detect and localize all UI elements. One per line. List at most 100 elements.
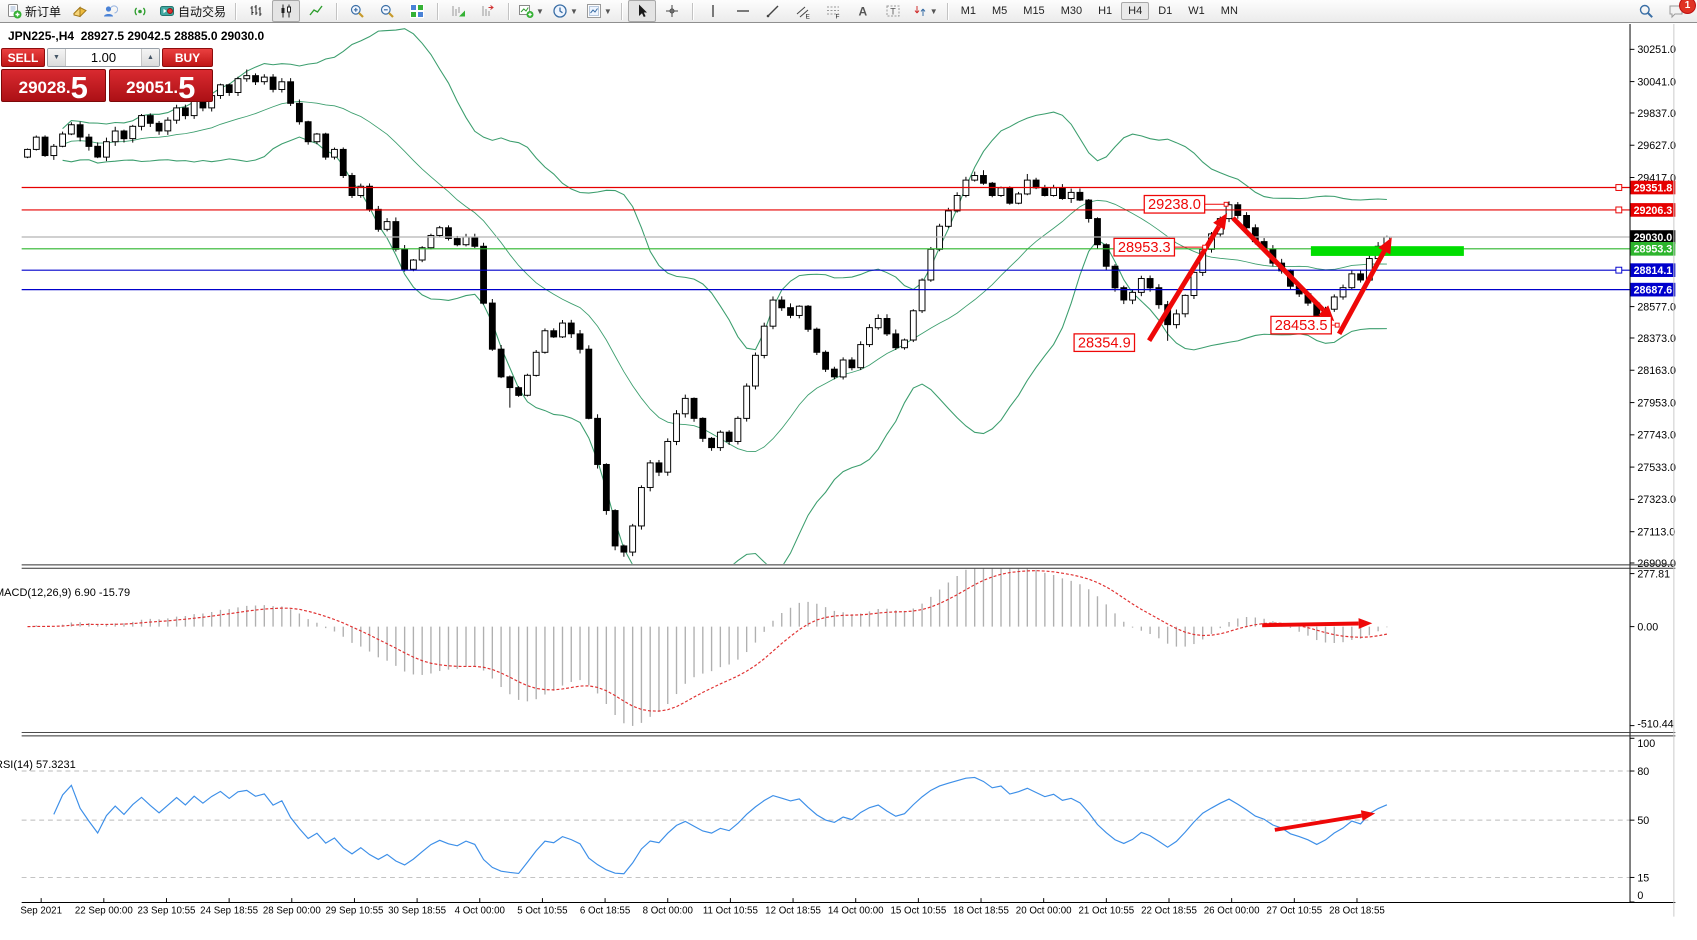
timeframe-button-m5[interactable]: M5 (985, 2, 1014, 20)
chart-window[interactable]: 29238.028953.328354.928453.530251.030041… (0, 24, 1697, 940)
horizontal-line-icon[interactable] (729, 0, 757, 22)
toolbar-separator (692, 3, 693, 20)
svg-text:0: 0 (1637, 890, 1643, 902)
svg-text:28163.0: 28163.0 (1637, 365, 1676, 377)
timeframe-button-h4[interactable]: H4 (1121, 2, 1149, 20)
svg-text:27533.0: 27533.0 (1637, 462, 1676, 474)
price-chart[interactable]: 29238.028953.328354.928453.530251.030041… (0, 24, 1697, 940)
svg-text:28953.3: 28953.3 (1634, 244, 1673, 256)
svg-text:50: 50 (1637, 815, 1649, 827)
chevron-down-icon: ▼ (930, 7, 938, 16)
svg-text:29238.0: 29238.0 (1148, 197, 1201, 213)
buy-price-main: 29051 (126, 79, 173, 100)
community-icon[interactable] (96, 0, 124, 22)
notifications-icon[interactable]: 1 (1662, 0, 1690, 22)
timeframe-button-m1[interactable]: M1 (954, 2, 983, 20)
macd-signal-line (28, 571, 1387, 711)
line-chart-icon[interactable] (302, 0, 330, 22)
svg-text:20 Oct 00:00: 20 Oct 00:00 (1016, 906, 1072, 917)
text-label-icon[interactable]: T (879, 0, 907, 22)
time-axis[interactable]: Sep 202122 Sep 00:0023 Sep 10:5524 Sep 1… (20, 898, 1675, 917)
svg-text:6 Oct 18:55: 6 Oct 18:55 (580, 906, 630, 917)
toolbar-separator (947, 3, 948, 20)
text-icon[interactable]: A (849, 0, 877, 22)
timeframe-button-d1[interactable]: D1 (1151, 2, 1179, 20)
svg-text:27953.0: 27953.0 (1637, 397, 1676, 409)
macd-label: MACD(12,26,9) 6.90 -15.79 (0, 587, 130, 599)
cursor-icon[interactable] (628, 0, 656, 22)
rsi-label: RSI(14) 57.3231 (0, 759, 76, 771)
svg-text:15: 15 (1637, 872, 1649, 884)
toolbar-separator (437, 3, 438, 20)
svg-text:24 Sep 18:55: 24 Sep 18:55 (200, 906, 258, 917)
one-click-trading-panel: SELL ▼ 1.00 ▲ BUY 29028.5 29051.5 (1, 48, 213, 102)
sell-price-frac: 5 (71, 75, 88, 100)
trendline-icon[interactable] (759, 0, 787, 22)
svg-text:28577.0: 28577.0 (1637, 301, 1676, 313)
svg-text:23 Sep 10:55: 23 Sep 10:55 (138, 906, 196, 917)
timeframe-button-w1[interactable]: W1 (1181, 2, 1212, 20)
equidistant-channel-icon[interactable]: E (789, 0, 817, 22)
pane-separator[interactable] (22, 732, 1676, 735)
pane-separator[interactable] (22, 565, 1676, 568)
price-level-line[interactable] (22, 267, 1630, 273)
volume-increase-button[interactable]: ▲ (141, 49, 159, 66)
buy-price-frac: 5 (178, 75, 195, 100)
svg-text:80: 80 (1637, 766, 1649, 778)
svg-text:5 Oct 10:55: 5 Oct 10:55 (517, 906, 567, 917)
zoom-in-icon[interactable] (343, 0, 371, 22)
svg-text:30251.0: 30251.0 (1637, 44, 1676, 56)
price-level-line[interactable] (22, 185, 1630, 191)
svg-text:27743.0: 27743.0 (1637, 430, 1676, 442)
timeframe-button-h1[interactable]: H1 (1091, 2, 1119, 20)
toolbar-separator (235, 3, 236, 20)
toolbar-separator (336, 3, 337, 20)
new-chart-icon[interactable]: ▼ (515, 0, 547, 22)
autotrading-icon[interactable]: 自动交易 (156, 0, 229, 22)
templates-icon[interactable]: ▼ (583, 0, 615, 22)
svg-text:15 Oct 10:55: 15 Oct 10:55 (890, 906, 946, 917)
price-level-line[interactable] (22, 207, 1630, 213)
timeframe-button-m15[interactable]: M15 (1016, 2, 1051, 20)
tile-windows-icon[interactable] (403, 0, 431, 22)
arrows-icon[interactable]: ▼ (909, 0, 941, 22)
svg-text:21 Oct 10:55: 21 Oct 10:55 (1078, 906, 1134, 917)
vertical-line-icon[interactable] (699, 0, 727, 22)
bar-chart-icon[interactable] (242, 0, 270, 22)
new-order-icon[interactable]: 新订单 (3, 0, 64, 22)
crosshair-icon[interactable] (658, 0, 686, 22)
rsi-trend-arrow[interactable] (1275, 810, 1375, 830)
metaeditor-icon[interactable] (66, 0, 94, 22)
svg-text:E: E (805, 14, 810, 20)
svg-text:Sep 2021: Sep 2021 (20, 906, 62, 917)
svg-text:27323.0: 27323.0 (1637, 494, 1676, 506)
volume-decrease-button[interactable]: ▼ (48, 49, 66, 66)
svg-text:28453.5: 28453.5 (1275, 318, 1328, 334)
toolbar: 新订单 自动交易 ▼ ▼ ▼ E FA T ▼ M1M5M15M30H1H4D1W1MN 1 (0, 0, 1697, 23)
sell-button[interactable]: SELL (1, 48, 45, 67)
price-axis[interactable]: 30251.030041.029837.029627.029417.028577… (1630, 24, 1677, 902)
svg-text:T: T (890, 7, 896, 17)
chevron-down-icon: ▼ (570, 7, 578, 16)
timeframe-button-m30[interactable]: M30 (1054, 2, 1089, 20)
buy-button[interactable]: BUY (162, 48, 213, 67)
signals-icon[interactable] (126, 0, 154, 22)
fibonacci-icon[interactable]: F (819, 0, 847, 22)
sell-price-box[interactable]: 29028.5 (1, 69, 106, 102)
svg-text:29 Sep 10:55: 29 Sep 10:55 (325, 906, 383, 917)
macd-histogram (28, 563, 1387, 726)
svg-text:277.81: 277.81 (1637, 568, 1670, 580)
period-clock-icon[interactable]: ▼ (549, 0, 581, 22)
svg-text:29351.8: 29351.8 (1634, 182, 1673, 194)
buy-price-box[interactable]: 29051.5 (109, 69, 214, 102)
svg-text:27113.0: 27113.0 (1637, 527, 1675, 539)
chart-shift-icon[interactable] (474, 0, 502, 22)
search-icon[interactable] (1632, 0, 1660, 22)
timeframe-button-mn[interactable]: MN (1214, 2, 1245, 20)
candlestick-chart-icon[interactable] (272, 0, 300, 22)
zoom-out-icon[interactable] (373, 0, 401, 22)
volume-value[interactable]: 1.00 (66, 49, 141, 66)
svg-text:22 Oct 18:55: 22 Oct 18:55 (1141, 906, 1197, 917)
svg-text:28953.3: 28953.3 (1118, 240, 1171, 256)
auto-scroll-icon[interactable] (444, 0, 472, 22)
